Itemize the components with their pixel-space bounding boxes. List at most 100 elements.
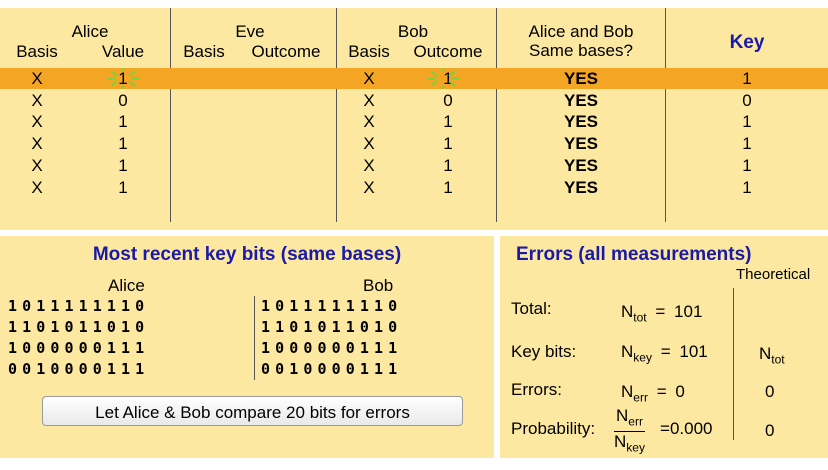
alice-header: Alice [71, 22, 109, 41]
total-label: Total: [511, 299, 552, 318]
bob-outcome-cell: 1 [443, 112, 453, 132]
probability-fraction: Nerr Nkey [614, 406, 645, 455]
same-bases-cell: YES [563, 134, 599, 154]
bob-header: Bob [397, 22, 429, 41]
bits-separator [254, 296, 255, 380]
table-row: X 1 X 1 YES 1 [0, 133, 828, 154]
alice-bits-row: 1011111110 [8, 297, 150, 315]
alice-value-header: Value [101, 42, 145, 61]
bob-basis-cell: X [363, 177, 375, 197]
same-bases-cell: YES [563, 177, 599, 197]
same-bases-header-line1: Alice and Bob [528, 22, 634, 41]
eve-outcome-cell [240, 177, 332, 198]
alice-value-cell: 1 [118, 69, 128, 88]
bob-basis-cell: X [363, 112, 375, 132]
eve-basis-cell [175, 177, 233, 198]
key-cell: 1 [742, 155, 752, 175]
eve-basis-header: Basis [183, 42, 225, 61]
total-value: 101 [674, 302, 703, 321]
same-bases-cell: YES [563, 112, 599, 132]
alice-value-cell: 1 [118, 134, 128, 154]
table-row: X 0 X 0 YES 0 [0, 90, 828, 111]
same-bases-cell: YES [563, 90, 599, 110]
bob-outcome-cell: 1 [443, 134, 453, 154]
bob-basis-cell: X [363, 134, 375, 154]
key-cell: 1 [742, 69, 752, 88]
bob-outcome-cell: 1 [443, 177, 453, 197]
bob-outcome-cell: 1 [443, 155, 453, 175]
errors-value-expr: Nerr = 0 [621, 382, 685, 405]
eve-outcome-cell [240, 111, 332, 132]
theoretical-errors: 0 [765, 382, 775, 401]
same-bases-cell: YES [563, 155, 599, 175]
alice-value-cell: 1 [118, 112, 128, 132]
bob-basis-cell: X [363, 69, 375, 88]
bob-bits-row: 0010000111 [261, 360, 403, 378]
alice-basis-header: Basis [16, 42, 58, 61]
errors-value: 0 [675, 382, 685, 401]
key-bits-value-expr: Nkey = 101 [621, 342, 708, 365]
alice-basis-cell: X [31, 134, 43, 154]
probability-label: Probability: [511, 419, 596, 438]
eve-header: Eve [235, 22, 265, 41]
alice-basis-cell: X [31, 112, 43, 132]
eve-basis-cell [175, 155, 233, 176]
key-bits-label: Key bits: [511, 342, 577, 361]
bob-basis-cell: X [363, 155, 375, 175]
table-row: X 1 X 1 YES 1 [0, 111, 828, 132]
alice-value-cell: 0 [118, 90, 128, 110]
key-bits-value: 101 [679, 342, 708, 361]
errors-label: Errors: [511, 380, 562, 399]
key-cell: 0 [742, 90, 752, 110]
eve-basis-cell [175, 68, 233, 89]
bob-bits-row: 1000000111 [261, 339, 403, 357]
eve-basis-cell [175, 90, 233, 111]
bob-outcome-cell: 0 [443, 90, 453, 110]
bob-basis-header: Basis [348, 42, 390, 61]
measurement-table: Alice Eve Bob Alice and Bob Same bases? … [0, 8, 828, 230]
key-bits-title: Most recent key bits (same bases) [92, 244, 402, 265]
alice-value-cell: 1 [118, 177, 128, 197]
eve-outcome-cell [240, 90, 332, 111]
eve-outcome-cell [240, 155, 332, 176]
same-bases-header-line2: Same bases? [529, 41, 633, 60]
eve-basis-cell [175, 111, 233, 132]
compare-bits-button[interactable]: Let Alice & Bob compare 20 bits for erro… [42, 396, 463, 426]
theoretical-separator [733, 288, 734, 440]
theoretical-label: Theoretical [736, 266, 811, 283]
bob-bits-row: 1011111110 [261, 297, 403, 315]
same-bases-cell: YES [563, 69, 599, 88]
eve-outcome-cell [240, 133, 332, 154]
bob-basis-cell: X [363, 90, 375, 110]
errors-title: Errors (all measurements) [516, 244, 752, 265]
bob-outcome-header: Outcome [413, 42, 483, 61]
key-cell: 1 [742, 134, 752, 154]
eve-outcome-header: Outcome [251, 42, 321, 61]
probability-value: 0.000 [669, 419, 713, 438]
alice-value-cell: 1 [118, 155, 128, 175]
key-header: Key [729, 32, 765, 53]
alice-bits-label: Alice [108, 276, 145, 295]
alice-bits-row: 0010000111 [8, 360, 150, 378]
errors-panel: Errors (all measurements) Theoretical To… [500, 236, 828, 458]
total-value-expr: Ntot = 101 [621, 302, 703, 325]
alice-basis-cell: X [31, 69, 43, 88]
eve-basis-cell [175, 133, 233, 154]
key-cell: 1 [742, 112, 752, 132]
alice-basis-cell: X [31, 155, 43, 175]
bob-bits-label: Bob [363, 276, 394, 295]
table-row: X 1 X 1 YES 1 [0, 68, 828, 89]
alice-basis-cell: X [31, 177, 43, 197]
bob-bits-row: 1101011010 [261, 318, 403, 336]
alice-basis-cell: X [31, 90, 43, 110]
theoretical-key-bits: Ntot [759, 344, 785, 367]
key-cell: 1 [742, 177, 752, 197]
eve-outcome-cell [240, 68, 332, 89]
bob-outcome-cell: 1 [443, 69, 453, 88]
alice-bits-row: 1101011010 [8, 318, 150, 336]
probability-value-expr: =0.000 [660, 419, 713, 438]
alice-bits-row: 1000000111 [8, 339, 150, 357]
theoretical-probability: 0 [765, 421, 775, 440]
table-row: X 1 X 1 YES 1 [0, 155, 828, 176]
table-row: X 1 X 1 YES 1 [0, 177, 828, 198]
